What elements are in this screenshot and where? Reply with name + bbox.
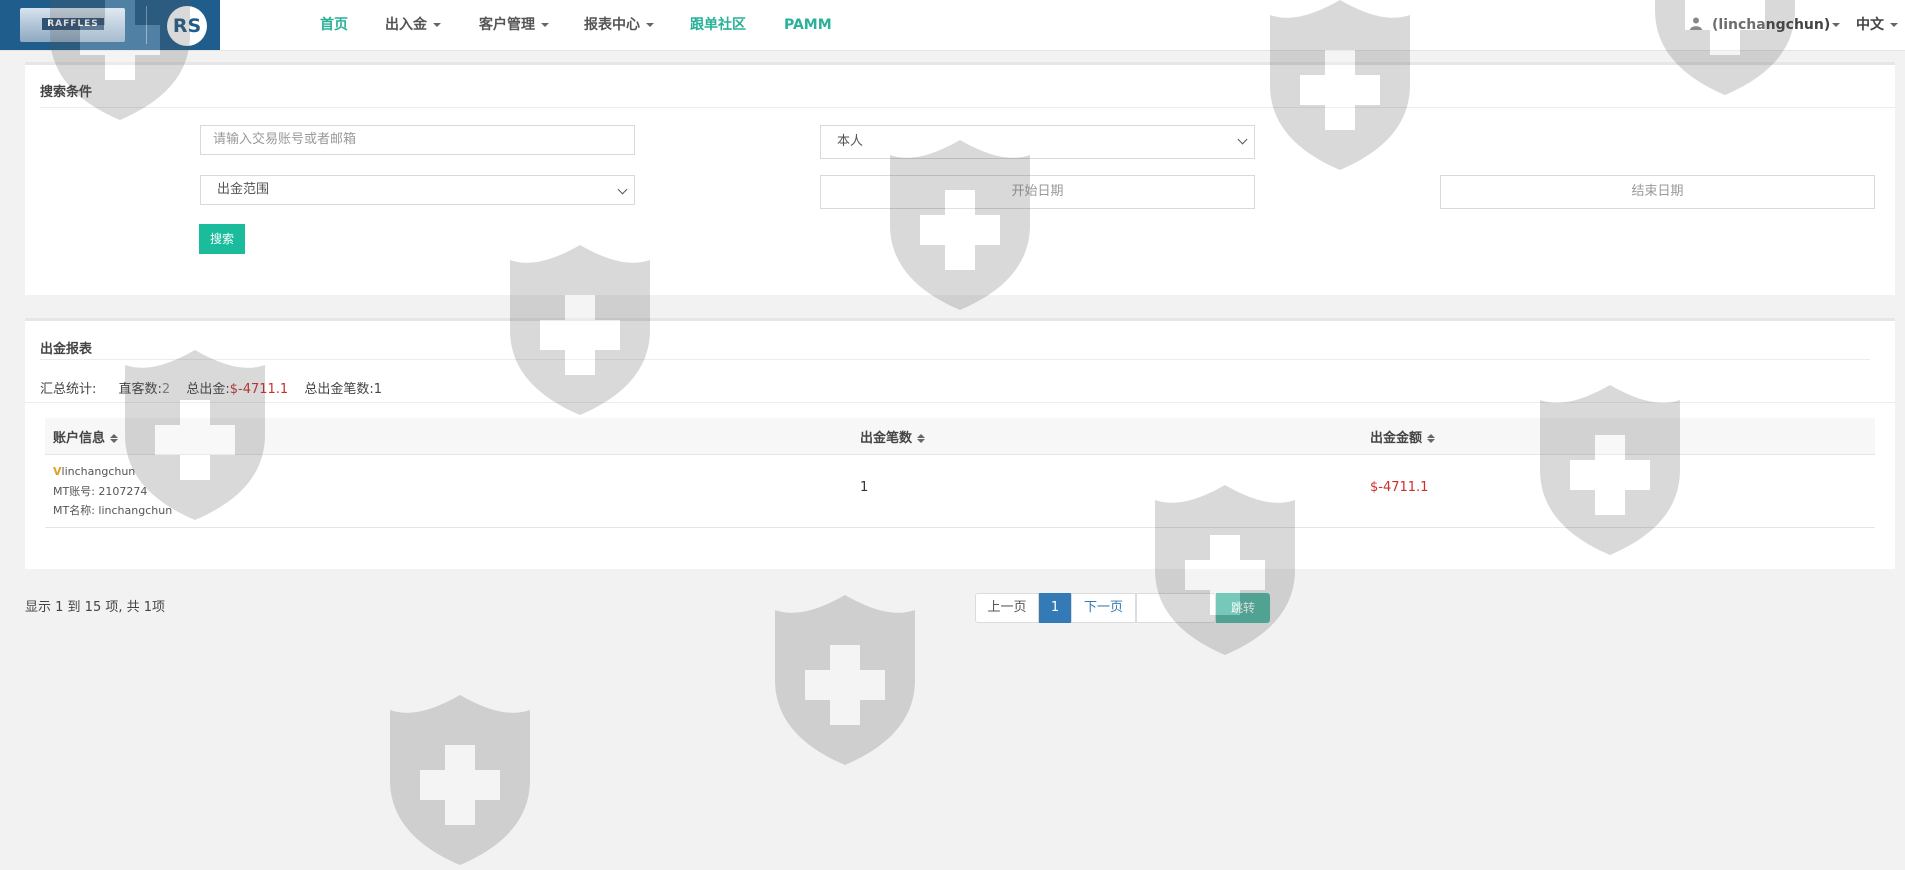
logo-divider bbox=[146, 6, 147, 44]
nav-home[interactable]: 首页 bbox=[320, 0, 348, 50]
divider bbox=[25, 402, 1895, 403]
nav-deposit-withdraw[interactable]: 出入金 bbox=[385, 0, 441, 50]
table-header bbox=[45, 418, 1875, 455]
prev-page-button[interactable]: 上一页 bbox=[975, 593, 1039, 623]
col-label: 出金笔数 bbox=[860, 431, 913, 446]
nav-label: 出入金 bbox=[385, 17, 427, 33]
scope-select[interactable]: 本人 bbox=[820, 125, 1255, 159]
mt-name: MT名称: linchangchun bbox=[53, 502, 172, 518]
total-count-label: 总出金笔数: bbox=[304, 382, 374, 397]
search-panel-title: 搜索条件 bbox=[40, 85, 93, 100]
vip-icon: V bbox=[53, 465, 62, 478]
user-menu[interactable]: (linchangchun) bbox=[1690, 0, 1841, 50]
summary-label: 汇总统计: bbox=[40, 382, 97, 397]
total-withdraw-label: 总出金: bbox=[186, 382, 230, 397]
shield-watermark-icon bbox=[775, 595, 915, 765]
user-icon bbox=[1690, 17, 1702, 30]
building-logo-icon: RAFFLES bbox=[20, 8, 125, 42]
chevron-down-icon bbox=[433, 23, 441, 27]
language-label: 中文 bbox=[1856, 17, 1884, 33]
nav-report-center[interactable]: 报表中心 bbox=[584, 0, 654, 50]
col-label: 账户信息 bbox=[53, 431, 106, 446]
sort-icon bbox=[1427, 434, 1435, 443]
col-label: 出金金额 bbox=[1370, 431, 1423, 446]
mt-account-value: 2107274 bbox=[98, 485, 148, 498]
report-panel-title: 出金报表 bbox=[40, 342, 93, 357]
mt-name-label: MT名称: bbox=[53, 504, 95, 517]
chevron-down-icon bbox=[1237, 134, 1248, 145]
direct-clients-label: 直客数: bbox=[118, 382, 162, 397]
withdraw-count-cell: 1 bbox=[860, 480, 869, 495]
start-date-input[interactable]: 开始日期 bbox=[820, 175, 1255, 209]
total-withdraw-value: $-4711.1 bbox=[229, 382, 289, 397]
chevron-down-icon bbox=[646, 23, 654, 27]
account-name: Vlinchangchun bbox=[53, 465, 135, 478]
sort-icon bbox=[110, 434, 118, 443]
nav-pamm[interactable]: PAMM bbox=[784, 0, 832, 50]
mt-account: MT账号: 2107274 bbox=[53, 483, 147, 499]
account-search-placeholder: 请输入交易账号或者邮箱 bbox=[213, 132, 357, 147]
withdraw-range-select[interactable]: 出金范围 bbox=[200, 175, 635, 205]
language-selector[interactable]: 中文 bbox=[1856, 0, 1898, 50]
divider bbox=[40, 107, 1895, 108]
account-name-text: linchangchun bbox=[61, 465, 136, 478]
search-button[interactable]: 搜索 bbox=[199, 224, 245, 254]
brand-logo[interactable]: RAFFLES RS bbox=[0, 0, 220, 50]
withdraw-range-value: 出金范围 bbox=[217, 182, 270, 197]
mt-name-value: linchangchun bbox=[98, 504, 173, 517]
table-row bbox=[45, 455, 1875, 528]
rs-logo-icon: RS bbox=[167, 6, 207, 46]
nav-copy-trading-community[interactable]: 跟单社区 bbox=[690, 0, 746, 50]
col-account-info[interactable]: 账户信息 bbox=[53, 427, 118, 446]
account-search-input[interactable]: 请输入交易账号或者邮箱 bbox=[200, 125, 635, 155]
logo-sign: RAFFLES bbox=[42, 18, 104, 30]
summary-stats: 汇总统计: 直客数:2 总出金:$-4711.1 总出金笔数:1 bbox=[40, 378, 382, 397]
divider bbox=[40, 359, 1870, 360]
nav-label: 报表中心 bbox=[584, 17, 640, 33]
top-navbar: RAFFLES RS 首页 出入金 客户管理 报表中心 跟单社区 PAMM (l… bbox=[0, 0, 1905, 51]
username: (linchangchun) bbox=[1712, 17, 1831, 33]
nav-client-management[interactable]: 客户管理 bbox=[479, 0, 549, 50]
page-1-button[interactable]: 1 bbox=[1039, 593, 1071, 623]
next-page-button[interactable]: 下一页 bbox=[1071, 593, 1136, 623]
col-withdraw-amount[interactable]: 出金金额 bbox=[1370, 427, 1435, 446]
total-count-value: 1 bbox=[373, 382, 382, 397]
mt-account-label: MT账号: bbox=[53, 485, 95, 498]
direct-clients-value: 2 bbox=[161, 382, 171, 397]
shield-watermark-icon bbox=[390, 695, 530, 865]
chevron-down-icon bbox=[1890, 23, 1898, 27]
chevron-down-icon bbox=[541, 23, 549, 27]
pagination-info: 显示 1 到 15 项, 共 1项 bbox=[25, 600, 166, 615]
jump-button[interactable]: 跳转 bbox=[1216, 593, 1270, 623]
withdraw-amount-cell: $-4711.1 bbox=[1370, 480, 1429, 495]
search-panel: 搜索条件 请输入交易账号或者邮箱 本人 出金范围 开始日期 结束日期 搜索 bbox=[25, 62, 1895, 295]
chevron-down-icon bbox=[1832, 23, 1841, 27]
page-jump-input[interactable] bbox=[1136, 593, 1216, 623]
col-withdraw-count[interactable]: 出金笔数 bbox=[860, 427, 925, 446]
scope-select-value: 本人 bbox=[837, 134, 864, 149]
end-date-input[interactable]: 结束日期 bbox=[1440, 175, 1875, 209]
sort-icon bbox=[917, 434, 925, 443]
chevron-down-icon bbox=[617, 184, 628, 195]
nav-label: 客户管理 bbox=[479, 17, 535, 33]
